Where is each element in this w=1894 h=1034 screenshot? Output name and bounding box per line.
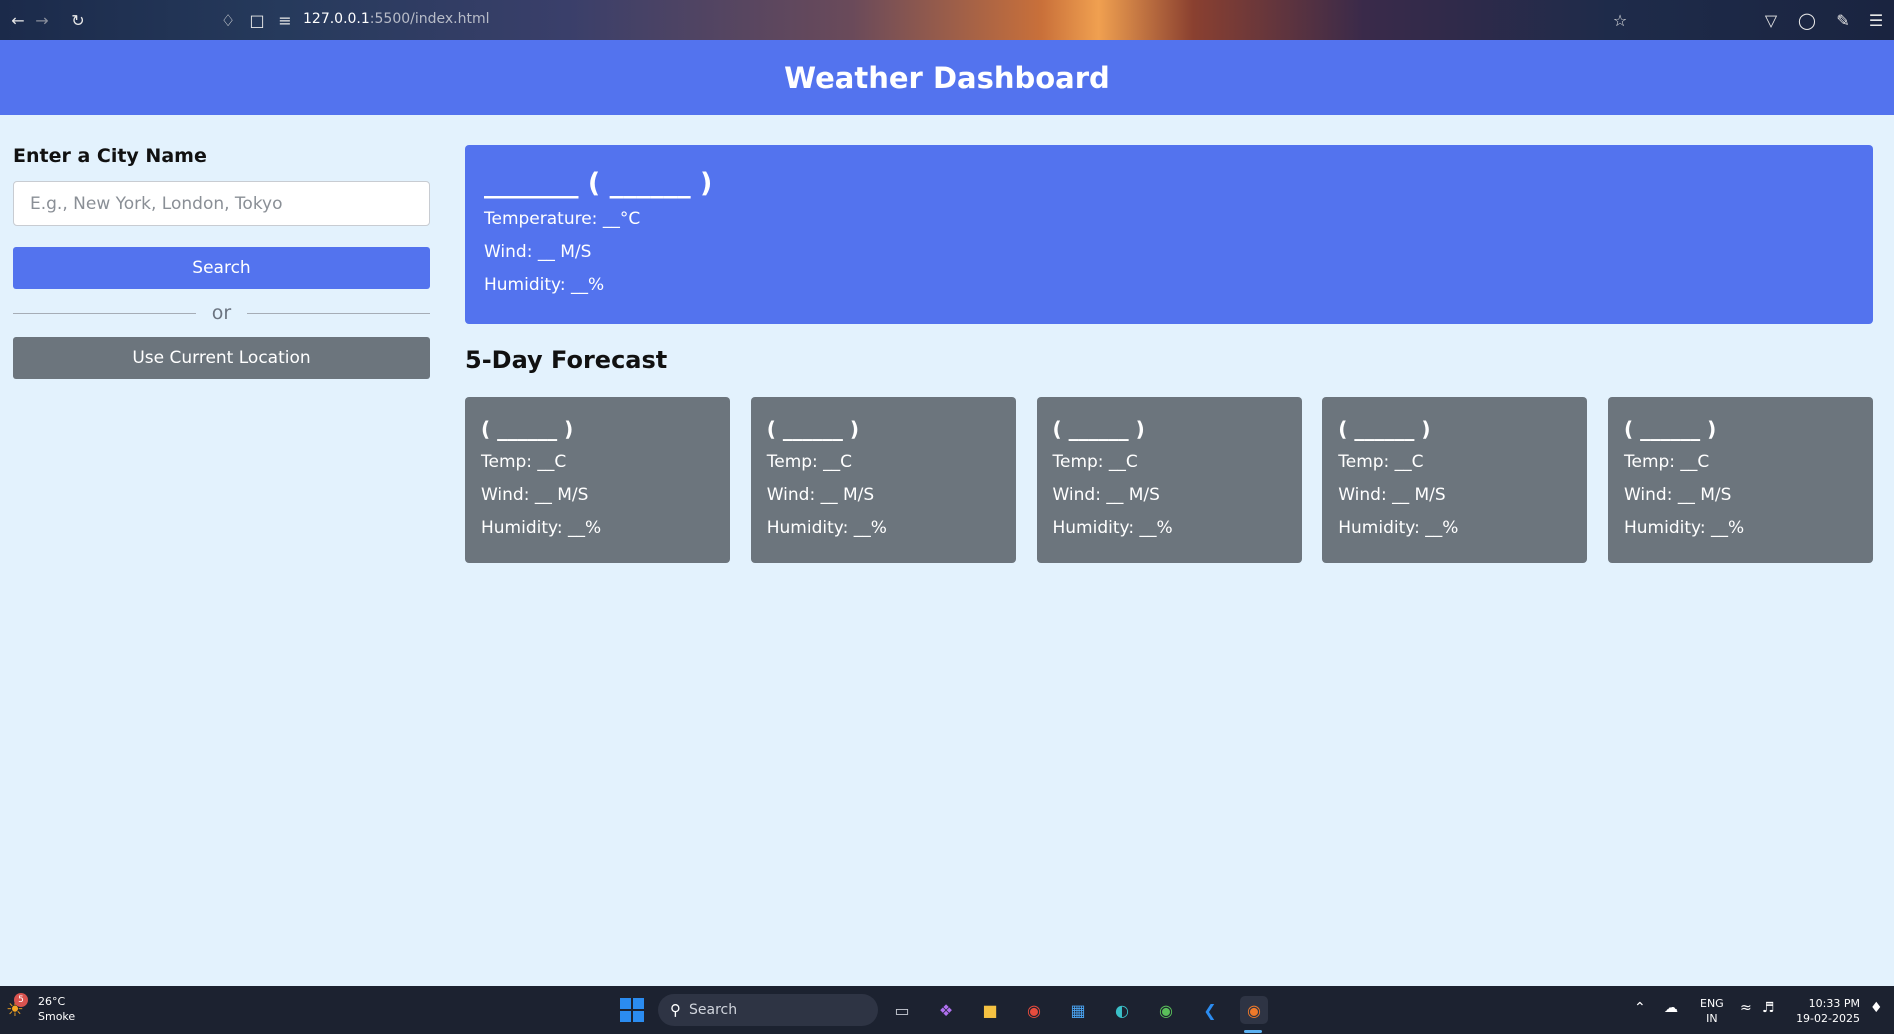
forecast-list: ( ______ ) Temp: __C Wind: __ M/S Humidi…	[465, 397, 1873, 563]
taskbar: ☀ 5 26°C Smoke ⚲ Search ▭ ❖ ■ ◉ ▦ ◐ ◉ ❮ …	[0, 986, 1894, 1034]
page-icon[interactable]: □	[247, 10, 267, 30]
search-button[interactable]: Search	[13, 247, 430, 289]
url-bar[interactable]: 127.0.0.1:5500/index.html	[303, 11, 490, 27]
store-icon[interactable]: ▦	[1064, 996, 1092, 1024]
file-explorer-icon[interactable]: ■	[976, 996, 1004, 1024]
forecast-card: ( ______ ) Temp: __C Wind: __ M/S Humidi…	[1608, 397, 1873, 563]
weather-icon: ☀ 5	[6, 993, 30, 1021]
forecast-temp: Temp: __C	[1338, 452, 1424, 472]
clock-time: 10:33 PM	[1808, 997, 1860, 1010]
or-divider: or	[13, 302, 430, 324]
forecast-wind: Wind: __ M/S	[1338, 485, 1446, 505]
notification-bell-icon[interactable]: ♦	[1870, 1000, 1883, 1016]
forecast-wind: Wind: __ M/S	[1052, 485, 1160, 505]
forecast-wind: Wind: __ M/S	[766, 485, 875, 505]
search-icon: ⚲	[670, 1001, 681, 1019]
forecast-humidity: Humidity: __%	[766, 518, 887, 538]
weather-badge: 5	[14, 993, 28, 1007]
search-heading: Enter a City Name	[13, 145, 207, 167]
divider-line-right	[247, 312, 430, 314]
divider-text: or	[211, 302, 232, 324]
forecast-humidity: Humidity: __%	[1624, 518, 1745, 538]
forecast-humidity: Humidity: __%	[481, 518, 602, 538]
menu-icon[interactable]: ☰	[1866, 10, 1886, 30]
lang-line2: IN	[1706, 1012, 1718, 1025]
forecast-humidity: Humidity: __%	[1338, 518, 1459, 538]
forecast-date: ( ______ )	[1624, 417, 1717, 441]
page-title: Weather Dashboard	[784, 60, 1110, 95]
forecast-humidity: Humidity: __%	[1052, 518, 1173, 538]
forecast-card: ( ______ ) Temp: __C Wind: __ M/S Humidi…	[750, 397, 1016, 563]
forecast-temp: Temp: __C	[766, 452, 853, 472]
reload-icon[interactable]: ↻	[68, 10, 88, 30]
current-temperature: Temperature: __°C	[484, 209, 641, 229]
task-view-icon[interactable]: ▭	[888, 996, 916, 1024]
browser-toolbar: ← → ↻ ♢ □ ≡ 127.0.0.1:5500/index.html ☆ …	[0, 0, 1894, 40]
url-path: :5500/index.html	[369, 11, 490, 27]
chrome-icon[interactable]: ◉	[1020, 996, 1048, 1024]
tray-chevron-icon[interactable]: ⌃	[1634, 1000, 1646, 1016]
forecast-date: ( ______ )	[1338, 417, 1431, 441]
forecast-title: 5-Day Forecast	[465, 346, 668, 374]
bookmark-star-icon[interactable]: ☆	[1610, 10, 1630, 30]
current-city-date: _______ ( ______ )	[484, 168, 713, 199]
back-icon[interactable]: ←	[8, 10, 28, 30]
forecast-date: ( ______ )	[766, 417, 859, 441]
taskbar-weather-widget[interactable]: ☀ 5 26°C Smoke	[6, 993, 75, 1024]
current-humidity: Humidity: __%	[484, 275, 605, 295]
vscode-icon[interactable]: ❮	[1196, 996, 1224, 1024]
current-weather-card: _______ ( ______ ) Temperature: __°C Win…	[465, 145, 1873, 324]
forecast-card: ( ______ ) Temp: __C Wind: __ M/S Humidi…	[1036, 397, 1302, 563]
weather-desc: Smoke	[38, 1010, 76, 1023]
forecast-date: ( ______ )	[481, 417, 574, 441]
forecast-card: ( ______ ) Temp: __C Wind: __ M/S Humidi…	[465, 397, 730, 563]
clock[interactable]: 10:33 PM 19-02-2025	[1796, 996, 1860, 1026]
forecast-date: ( ______ )	[1052, 417, 1145, 441]
app-header: Weather Dashboard	[0, 40, 1894, 115]
forecast-temp: Temp: __C	[1624, 452, 1710, 472]
forecast-temp: Temp: __C	[1052, 452, 1138, 472]
city-input[interactable]	[13, 181, 430, 226]
lang-line1: ENG	[1700, 997, 1724, 1010]
current-wind: Wind: __ M/S	[484, 242, 592, 262]
windows-start-icon[interactable]	[620, 998, 644, 1022]
wifi-icon[interactable]: ≈	[1740, 1000, 1752, 1016]
search-panel: Enter a City Name Search or Use Current …	[13, 145, 430, 379]
forward-icon[interactable]: →	[32, 10, 52, 30]
firefox-icon[interactable]: ◉	[1240, 996, 1268, 1024]
site-settings-icon[interactable]: ≡	[275, 10, 295, 30]
taskbar-search-label: Search	[689, 1002, 738, 1018]
forecast-card: ( ______ ) Temp: __C Wind: __ M/S Humidi…	[1322, 397, 1588, 563]
clock-date: 19-02-2025	[1796, 1012, 1860, 1025]
weather-text: 26°C Smoke	[38, 994, 75, 1024]
weather-temp: 26°C	[38, 995, 66, 1008]
language-indicator[interactable]: ENG IN	[1700, 996, 1724, 1026]
account-icon[interactable]: ◯	[1797, 10, 1817, 30]
copilot-icon[interactable]: ❖	[932, 996, 960, 1024]
pocket-icon[interactable]: ▽	[1761, 10, 1781, 30]
forecast-wind: Wind: __ M/S	[481, 485, 589, 505]
onedrive-icon[interactable]: ☁	[1664, 1000, 1678, 1016]
use-current-location-button[interactable]: Use Current Location	[13, 337, 430, 379]
shield-icon[interactable]: ♢	[218, 10, 238, 30]
edge-icon[interactable]: ◐	[1108, 996, 1136, 1024]
url-host: 127.0.0.1	[303, 11, 370, 27]
active-app-indicator	[1244, 1030, 1262, 1033]
forecast-wind: Wind: __ M/S	[1624, 485, 1732, 505]
volume-icon[interactable]: ♬	[1762, 1000, 1775, 1016]
taskbar-search[interactable]: ⚲ Search	[658, 994, 878, 1026]
extensions-icon[interactable]: ✎	[1833, 10, 1853, 30]
divider-line-left	[13, 312, 196, 314]
chrome-profile-icon[interactable]: ◉	[1152, 996, 1180, 1024]
forecast-temp: Temp: __C	[481, 452, 567, 472]
